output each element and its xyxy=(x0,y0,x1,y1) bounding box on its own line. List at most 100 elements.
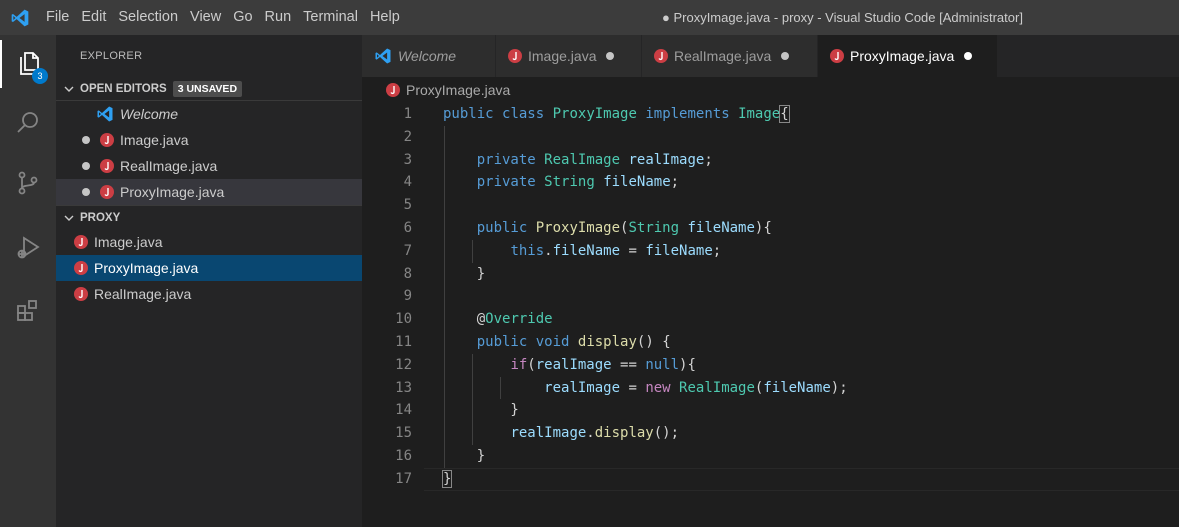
chevron-down-icon xyxy=(62,82,76,96)
tab-image-java[interactable]: Image.java xyxy=(496,35,642,77)
chevron-down-icon xyxy=(62,211,76,225)
token: String xyxy=(628,220,680,236)
line-number: 10 xyxy=(395,311,412,328)
file-image-java[interactable]: Image.java xyxy=(56,229,362,255)
unsaved-dot-icon[interactable] xyxy=(781,52,790,60)
menu-terminal[interactable]: Terminal xyxy=(297,0,364,35)
line-number: 5 xyxy=(403,197,412,214)
vscode-logo-icon xyxy=(96,105,114,123)
line-number: 3 xyxy=(403,151,412,168)
code-line: } xyxy=(443,263,485,286)
vscode-logo-icon xyxy=(374,47,392,65)
run-debug-button[interactable] xyxy=(0,225,56,273)
current-line-highlight xyxy=(424,467,1179,491)
tab-proxyimage-java[interactable]: ProxyImage.java xyxy=(818,35,998,77)
token: class xyxy=(502,106,545,122)
token: ProxyImage xyxy=(535,220,621,236)
token: realImage xyxy=(510,425,587,442)
java-file-icon xyxy=(100,185,114,199)
file-label: Image.java xyxy=(94,234,163,250)
unsaved-dot-icon xyxy=(82,188,90,196)
explorer-sidebar: EXPLORER OPEN EDITORS 3 UNSAVED Welcome … xyxy=(56,35,362,527)
line-number: 8 xyxy=(403,265,412,282)
code-line: private String fileName; xyxy=(443,171,679,194)
token: RealImage xyxy=(544,151,621,168)
menu-edit[interactable]: Edit xyxy=(75,0,112,35)
code-line: public class ProxyImage implements Image… xyxy=(443,103,790,126)
menu-bar: File Edit Selection View Go Run Terminal… xyxy=(40,0,406,35)
token: display xyxy=(577,334,637,350)
extensions-button[interactable] xyxy=(0,287,56,335)
file-proxyimage-java[interactable]: ProxyImage.java xyxy=(56,255,362,281)
open-editor-label: Image.java xyxy=(120,132,189,148)
menu-view[interactable]: View xyxy=(184,0,227,35)
open-editor-image-java[interactable]: Image.java xyxy=(56,127,362,153)
tab-label: Image.java xyxy=(528,48,597,64)
token: ( xyxy=(527,356,536,373)
java-file-icon xyxy=(100,133,114,147)
token: realImage xyxy=(628,151,705,168)
code-line: realImage.display(); xyxy=(443,422,679,445)
menu-go[interactable]: Go xyxy=(227,0,258,35)
search-icon xyxy=(14,109,42,140)
token: { xyxy=(779,105,790,123)
file-realimage-java[interactable]: RealImage.java xyxy=(56,281,362,307)
line-number: 15 xyxy=(395,425,412,442)
line-number: 7 xyxy=(403,242,412,259)
menu-file[interactable]: File xyxy=(40,0,75,35)
title-bar: File Edit Selection View Go Run Terminal… xyxy=(0,0,1179,35)
code-line: if(realImage == null){ xyxy=(443,354,695,377)
code-line: realImage = new RealImage(fileName); xyxy=(443,377,848,400)
unsaved-badge: 3 UNSAVED xyxy=(172,80,243,97)
open-editor-realimage-java[interactable]: RealImage.java xyxy=(56,153,362,179)
explorer-button[interactable]: 3 xyxy=(0,40,56,88)
token: () { xyxy=(636,334,671,350)
token: = xyxy=(620,242,646,259)
search-button[interactable] xyxy=(0,100,56,148)
proxy-folder-header[interactable]: PROXY xyxy=(56,205,362,229)
open-editor-welcome[interactable]: Welcome xyxy=(56,101,362,127)
source-control-button[interactable] xyxy=(0,160,56,208)
menu-help[interactable]: Help xyxy=(364,0,406,35)
tab-realimage-java[interactable]: RealImage.java xyxy=(642,35,818,77)
breadcrumb[interactable]: ProxyImage.java xyxy=(362,77,1179,103)
line-number: 16 xyxy=(395,448,412,464)
token: public xyxy=(476,220,528,236)
token: ProxyImage xyxy=(552,106,637,122)
token: ); xyxy=(830,379,848,396)
unsaved-dot-icon[interactable] xyxy=(606,52,615,60)
menu-run[interactable]: Run xyxy=(259,0,298,35)
java-file-icon xyxy=(100,159,114,173)
tab-welcome[interactable]: Welcome xyxy=(362,35,496,77)
token: == xyxy=(611,356,646,373)
code-line: @Override xyxy=(443,308,553,331)
unsaved-dot-icon[interactable] xyxy=(964,52,973,60)
token: (); xyxy=(653,425,680,442)
token: implements xyxy=(645,106,730,122)
line-number: 2 xyxy=(403,128,412,145)
tab-label: RealImage.java xyxy=(674,48,772,64)
token: ){ xyxy=(754,220,772,236)
unsaved-dot-icon xyxy=(82,162,90,170)
open-editors-header[interactable]: OPEN EDITORS 3 UNSAVED xyxy=(56,77,362,101)
menu-selection[interactable]: Selection xyxy=(112,0,184,35)
activity-bar: 3 xyxy=(0,35,56,527)
java-file-icon xyxy=(74,235,88,249)
line-number: 1 xyxy=(403,106,412,122)
token: @ xyxy=(443,311,486,328)
code-editor[interactable]: 1 2 3 4 5 6 7 8 9 10 11 12 13 14 15 16 1… xyxy=(362,103,1179,527)
java-file-icon xyxy=(386,83,400,97)
breadcrumb-file[interactable]: ProxyImage.java xyxy=(406,82,510,98)
open-editor-proxyimage-java[interactable]: ProxyImage.java xyxy=(56,179,362,205)
token: fileName xyxy=(687,220,755,236)
token: fileName xyxy=(645,242,713,259)
